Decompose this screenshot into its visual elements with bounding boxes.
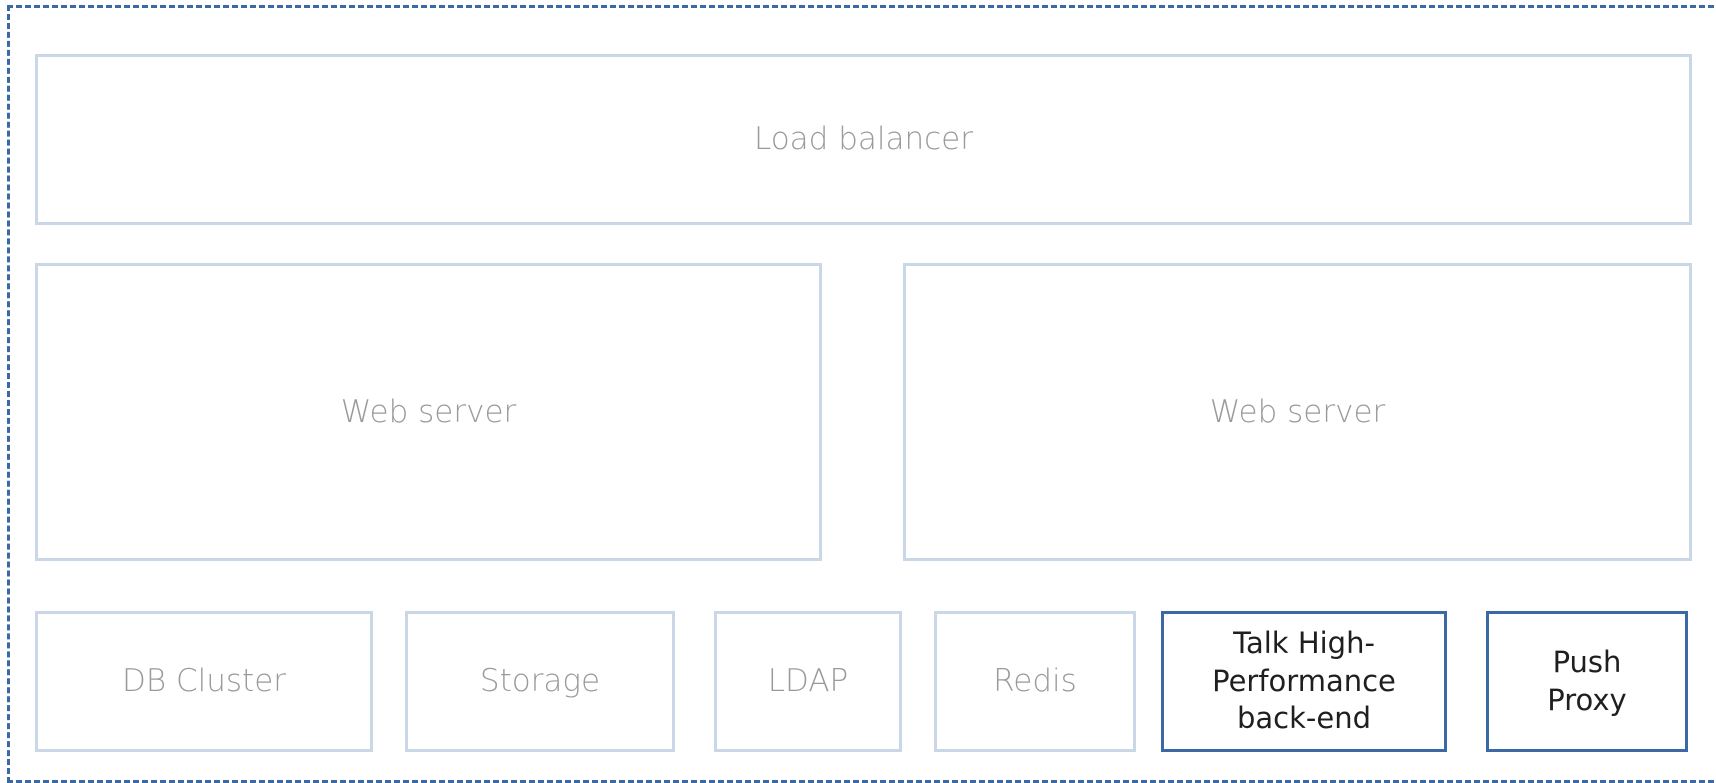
storage-label: Storage (479, 663, 601, 700)
talk-hpb-node: Talk High- Performance back-end (1161, 611, 1447, 752)
redis-node: Redis (934, 611, 1136, 752)
db-cluster-node: DB Cluster (35, 611, 373, 752)
ldap-label: LDAP (767, 663, 849, 700)
push-proxy-node: Push Proxy (1486, 611, 1688, 752)
web-server-label-2: Web server (1209, 393, 1386, 430)
web-server-label-1: Web server (340, 393, 517, 430)
redis-label: Redis (993, 663, 1077, 700)
ldap-node: LDAP (714, 611, 902, 752)
storage-node: Storage (405, 611, 675, 752)
load-balancer-node: Load balancer (35, 54, 1692, 225)
db-cluster-label: DB Cluster (121, 663, 287, 700)
push-proxy-label: Push Proxy (1547, 644, 1627, 717)
load-balancer-label: Load balancer (753, 121, 973, 158)
web-server-node-2: Web server (903, 263, 1692, 561)
web-server-node-1: Web server (35, 263, 822, 561)
talk-hpb-label: Talk High- Performance back-end (1212, 625, 1396, 736)
